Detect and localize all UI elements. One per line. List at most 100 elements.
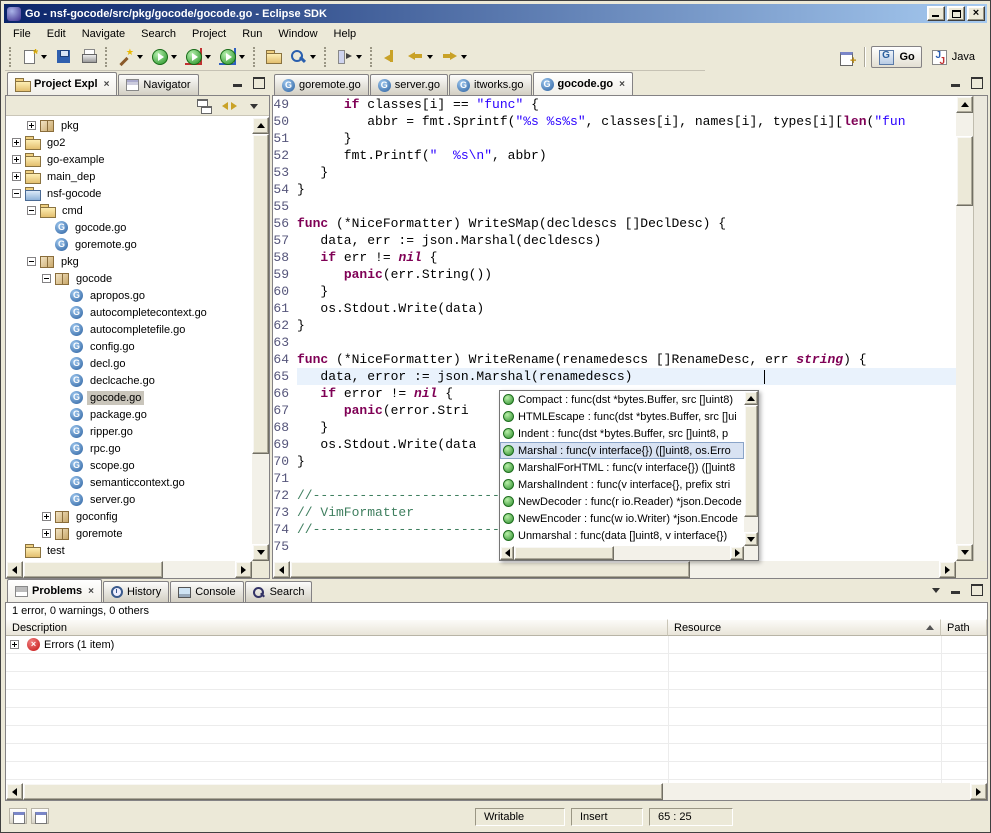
scroll-thumb[interactable]: [23, 561, 163, 578]
toolbar-grip[interactable]: [9, 47, 13, 67]
toolbar-grip[interactable]: [105, 47, 109, 67]
menu-help[interactable]: Help: [326, 26, 365, 42]
scroll-left-button[interactable]: [6, 561, 23, 578]
editor-horizontal-scrollbar[interactable]: [273, 561, 956, 578]
back-button[interactable]: [403, 45, 437, 69]
collapse-all-button[interactable]: [192, 96, 217, 115]
code-line[interactable]: 58 if err != nil {: [273, 249, 956, 266]
print-button[interactable]: [76, 45, 101, 69]
expand-icon[interactable]: [42, 512, 51, 521]
editor-tab-goremote-go[interactable]: goremote.go: [274, 74, 369, 95]
scroll-thumb[interactable]: [290, 561, 690, 578]
view-tab-problems[interactable]: Problems×: [7, 579, 102, 602]
tree-item-pkg[interactable]: pkg: [6, 117, 252, 134]
collapse-icon[interactable]: [27, 206, 36, 215]
scroll-up-button[interactable]: [956, 96, 973, 113]
open-perspective-button[interactable]: [835, 45, 860, 69]
code-line[interactable]: 63: [273, 334, 956, 351]
collapse-icon[interactable]: [42, 274, 51, 283]
completion-item-compact[interactable]: Compact : func(dst *bytes.Buffer, src []…: [500, 391, 744, 408]
dropdown-arrow-icon[interactable]: [137, 55, 143, 59]
tree-item-main-dep[interactable]: main_dep: [6, 168, 252, 185]
last-edit-location-button[interactable]: [378, 45, 403, 69]
completion-item-newdecoder[interactable]: NewDecoder : func(r io.Reader) *json.Dec…: [500, 493, 744, 510]
menu-search[interactable]: Search: [133, 26, 184, 42]
dropdown-arrow-icon[interactable]: [41, 55, 47, 59]
completion-item-newencoder[interactable]: NewEncoder : func(w io.Writer) *json.Enc…: [500, 510, 744, 527]
menu-navigate[interactable]: Navigate: [74, 26, 133, 42]
tree-item-gocode-go[interactable]: gocode.go: [6, 389, 252, 406]
new-button[interactable]: [17, 45, 51, 69]
tree-item-server-go[interactable]: server.go: [6, 491, 252, 508]
code-line[interactable]: 51 }: [273, 130, 956, 147]
completion-item-unmarshal[interactable]: Unmarshal : func(data []uint8, v interfa…: [500, 527, 744, 544]
column-path[interactable]: Path: [941, 619, 987, 636]
tree-item-semanticcontext-go[interactable]: semanticcontext.go: [6, 474, 252, 491]
dropdown-arrow-icon[interactable]: [461, 55, 467, 59]
tree-item-config-go[interactable]: config.go: [6, 338, 252, 355]
maximize-editor-button[interactable]: [967, 74, 986, 91]
completion-item-indent[interactable]: Indent : func(dst *bytes.Buffer, src []u…: [500, 425, 744, 442]
code-line[interactable]: 65 data, error := json.Marshal(renamedes…: [273, 368, 956, 385]
code-line[interactable]: 61 os.Stdout.Write(data): [273, 300, 956, 317]
column-description[interactable]: Description: [6, 619, 668, 636]
code-line[interactable]: 54}: [273, 181, 956, 198]
tree-item-go-example[interactable]: go-example: [6, 151, 252, 168]
minimize-editor-button[interactable]: [947, 74, 966, 91]
scroll-right-button[interactable]: [939, 561, 956, 578]
titlebar[interactable]: Go - nsf-gocode/src/pkg/gocode/gocode.go…: [4, 4, 987, 23]
overview-ruler[interactable]: [973, 96, 987, 561]
problems-row-errors-1-item[interactable]: Errors (1 item): [6, 636, 987, 654]
tree-item-nsf-gocode[interactable]: nsf-gocode: [6, 185, 252, 202]
expand-icon[interactable]: [42, 529, 51, 538]
popup-horizontal-scrollbar[interactable]: [500, 546, 744, 560]
open-resource-button[interactable]: [261, 45, 286, 69]
tree-item-go2[interactable]: go2: [6, 134, 252, 151]
completion-item-marshalindent[interactable]: MarshalIndent : func(v interface{}, pref…: [500, 476, 744, 493]
search-button[interactable]: [286, 45, 320, 69]
run-last-button[interactable]: [181, 45, 215, 69]
scroll-thumb[interactable]: [956, 136, 973, 206]
expand-icon[interactable]: [12, 172, 21, 181]
scroll-up-button[interactable]: [744, 391, 758, 405]
tree-horizontal-scrollbar[interactable]: [6, 561, 252, 578]
tree-item-apropos-go[interactable]: apropos.go: [6, 287, 252, 304]
tree-item-autocompletecontext-go[interactable]: autocompletecontext.go: [6, 304, 252, 321]
tree-item-cmd[interactable]: cmd: [6, 202, 252, 219]
view-tab-console[interactable]: Console: [170, 581, 243, 602]
tree-item-goconfig[interactable]: goconfig: [6, 508, 252, 525]
view-menu-button[interactable]: [242, 96, 267, 115]
dropdown-arrow-icon[interactable]: [239, 55, 245, 59]
toolbar-grip[interactable]: [324, 47, 328, 67]
code-line[interactable]: 53 }: [273, 164, 956, 181]
forward-button[interactable]: [437, 45, 471, 69]
toolbar-grip[interactable]: [370, 47, 374, 67]
dropdown-arrow-icon[interactable]: [171, 55, 177, 59]
run-button[interactable]: [147, 45, 181, 69]
view-tab-search[interactable]: Search: [245, 581, 313, 602]
minimize-button[interactable]: [927, 6, 945, 21]
tree-item-rpc-go[interactable]: rpc.go: [6, 440, 252, 457]
next-annotation-button[interactable]: [332, 45, 366, 69]
external-tools-button[interactable]: [113, 45, 147, 69]
menu-window[interactable]: Window: [270, 26, 325, 42]
column-resource[interactable]: Resource: [668, 619, 941, 636]
popup-vertical-scrollbar[interactable]: [744, 391, 758, 546]
view-tab-project-expl[interactable]: Project Expl×: [7, 72, 117, 95]
tree-item-goremote-go[interactable]: goremote.go: [6, 236, 252, 253]
completion-item-marshalforhtml[interactable]: MarshalForHTML : func(v interface{}) ([]…: [500, 459, 744, 476]
menu-run[interactable]: Run: [234, 26, 270, 42]
tree-item-test[interactable]: test: [6, 542, 252, 559]
menu-project[interactable]: Project: [184, 26, 234, 42]
maximize-button[interactable]: [947, 6, 965, 21]
save-button[interactable]: [51, 45, 76, 69]
code-line[interactable]: 52 fmt.Printf(" %s\n", abbr): [273, 147, 956, 164]
scroll-right-button[interactable]: [970, 783, 987, 800]
expand-icon[interactable]: [12, 138, 21, 147]
dropdown-arrow-icon[interactable]: [205, 55, 211, 59]
code-line[interactable]: 56func (*NiceFormatter) WriteSMap(declde…: [273, 215, 956, 232]
tree-item-package-go[interactable]: package.go: [6, 406, 252, 423]
editor-tab-server-go[interactable]: server.go: [370, 74, 448, 95]
scroll-thumb[interactable]: [252, 134, 269, 454]
fast-view-icon[interactable]: [9, 808, 27, 824]
